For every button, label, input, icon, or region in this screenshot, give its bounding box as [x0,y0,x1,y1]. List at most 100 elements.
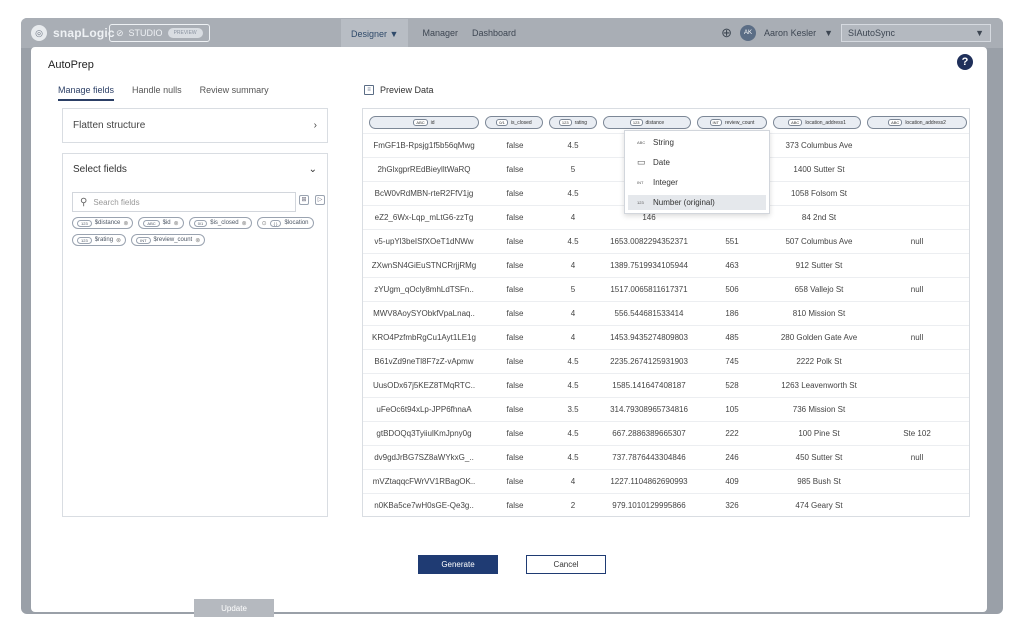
field-chip[interactable]: ⊙{ } $location [256,217,314,229]
column-header-review-count[interactable]: INT review_count [697,116,767,129]
cancel-button[interactable]: Cancel [526,555,606,574]
help-icon[interactable]: ? [957,54,973,70]
expand-icon: ⊙ [261,220,267,227]
table-cell: 507 Columbus Ave [785,237,853,246]
table-row[interactable]: dv9gdJrBG7SZ8aWYkxG_.. false 4.5 737.787644… [363,445,969,469]
generate-button[interactable]: Generate [418,555,498,574]
table-cell: 1400 Sutter St [793,165,845,174]
preview-tag: PREVIEW [167,28,203,38]
table-row[interactable]: mVZtaqqcFWrVV1RBagOK.. false 4 1227.1104862… [363,469,969,493]
table-cell: false [506,453,524,462]
table-cell: false [506,429,524,438]
table-cell: false [506,141,524,150]
table-cell: 280 Golden Gate Ave [780,333,858,342]
column-header-location-address2[interactable]: ABC location_address2 [867,116,967,129]
table-row[interactable]: KRO4PzfmbRgCu1Ayt1LE1g false 4 1453.9435274… [363,325,969,349]
tab-review-summary[interactable]: Review summary [200,85,269,101]
select-all-icon[interactable]: ⊞ [299,195,309,205]
table-cell: null [910,285,924,294]
table-cell: 4.5 [567,429,579,438]
table-cell: eZ2_6Wx-Lqp_mLtG6-zzTg [374,213,474,222]
column-header-id[interactable]: ABC id [369,116,479,129]
clear-selection-icon[interactable]: ▷ [315,195,325,205]
table-row[interactable]: MWV8AoySYObkfVpaLnaq.. false 4 556.54468153… [363,301,969,325]
table-cell: false [506,165,524,174]
table-cell: 4 [570,261,576,270]
tab-handle-nulls[interactable]: Handle nulls [132,85,182,101]
tab-manage-fields[interactable]: Manage fields [58,85,115,101]
column-header-location-address1[interactable]: ABC location_address1 [773,116,861,129]
autoprep-dialog: AutoPrep ? Manage fields Handle nulls Re… [31,47,987,617]
select-fields-header[interactable]: Select fields ⌄ [63,154,327,184]
table-cell: 985 Bush St [797,477,841,486]
table-cell: 4.5 [567,189,579,198]
nav-dashboard[interactable]: Dashboard [472,28,516,38]
select-fields-label: Select fields [73,163,127,175]
column-header-distance[interactable]: 123 distance [603,116,691,129]
chevron-down-icon[interactable]: ▼ [824,28,833,38]
table-row[interactable]: v5-upYl3beISfXOeT1dNWw false 4.5 1653.00822… [363,229,969,253]
type-option-string[interactable]: ABC String [628,135,766,150]
user-name[interactable]: Aaron Kesler [764,28,816,38]
search-input[interactable]: ⚲ Search fields [72,192,296,212]
field-chip[interactable]: 123 $distance ⊗ [72,217,134,229]
close-icon: ⊗ [116,237,122,244]
org-select[interactable]: SIAutoSync ▼ [841,24,991,42]
table-cell: false [506,381,524,390]
close-icon: ⊗ [123,220,129,227]
table-cell: 4.5 [567,141,579,150]
top-bar: ◎ snapLogic ⊘ STUDIO PREVIEW Designer ▼ … [21,18,1003,48]
table-cell: 2hGlxgprREdBieylltWaRQ [377,165,471,174]
table-cell: 450 Sutter St [795,453,843,462]
table-cell: dv9gdJrBG7SZ8aWYkxG_.. [374,453,474,462]
field-chip[interactable]: INT $review_count ⊗ [131,234,206,246]
table-cell: 551 [725,237,739,246]
table-cell: false [506,285,524,294]
table-row[interactable]: UusODx67j5KEZ8TMqRTC.. false 4.5 1585.14164… [363,373,969,397]
table-row[interactable]: zYUgm_qOcly8mhLdTSFn.. false 5 1517.0065811… [363,277,969,301]
table-cell: 1263 Leavenworth St [781,381,857,390]
table-row[interactable]: n0KBa5ce7wH0sGE-Qe3g.. false 2 979.10101299… [363,493,969,516]
table-cell: ZXwnSN4GiEuSTNCRrjjRMg [371,261,477,270]
org-value: SIAutoSync [848,28,896,38]
table-cell: false [506,501,524,510]
table-cell: false [506,309,524,318]
nav-designer[interactable]: Designer ▼ [341,18,409,48]
type-dropdown: ABC String ▭ Date INT Integer 123 Number (or… [624,130,770,214]
chevron-down-icon: ⌄ [308,163,317,175]
flatten-structure-section[interactable]: Flatten structure › [62,108,328,143]
table-cell: 1058 Folsom St [790,189,848,198]
table-row[interactable]: ZXwnSN4GiEuSTNCRrjjRMg false 4 1389.7519934… [363,253,969,277]
table-cell: 84 2nd St [801,213,837,222]
column-header-is-closed[interactable]: 0/1 is_closed [485,116,543,129]
table-cell: 1653.0082294352371 [610,237,688,246]
table-row[interactable]: B61vZd9neTl8F7zZ-vApmw false 4.5 2235.26741… [363,349,969,373]
type-option-date[interactable]: ▭ Date [628,155,766,170]
table-row[interactable]: uFeOc6t94xLp-JPP6fhnaA false 3.5 314.793089… [363,397,969,421]
studio-badge[interactable]: ⊘ STUDIO PREVIEW [109,24,210,42]
field-chip[interactable]: 0/1 $is_closed ⊗ [188,217,252,229]
table-cell: 4.5 [567,237,579,246]
table-cell: false [506,189,524,198]
close-icon: ⊗ [241,220,247,227]
type-option-integer[interactable]: INT Integer [628,175,766,190]
close-icon: ⊗ [195,237,201,244]
table-icon: ≡ [364,85,374,95]
table-cell: 5 [570,165,576,174]
table-cell: 5 [570,285,576,294]
nav-manager[interactable]: Manager [422,28,458,38]
table-cell: 246 [725,453,739,462]
dialog-title: AutoPrep [48,59,94,71]
table-row[interactable]: gtBDOQq3TyiiulKmJpny0g false 4.5 667.288638… [363,421,969,445]
select-fields-section: Select fields ⌄ ⚲ Search fields ⊞ ▷ 123 $… [62,153,328,617]
avatar[interactable]: AK [740,25,757,41]
field-chip[interactable]: ABC $id ⊗ [138,217,184,229]
top-nav: Designer ▼ Manager Dashboard [341,18,516,48]
update-button[interactable]: Update [194,599,274,617]
brand-logo[interactable]: ◎ snapLogic [31,25,115,41]
column-header-rating[interactable]: 123 rating [549,116,597,129]
type-option-number[interactable]: 123 Number (original) [628,195,766,210]
table-cell: 2235.2674125931903 [610,357,688,366]
field-chip[interactable]: 123 $rating ⊗ [72,234,127,246]
globe-icon[interactable]: ⊕ [721,25,732,41]
